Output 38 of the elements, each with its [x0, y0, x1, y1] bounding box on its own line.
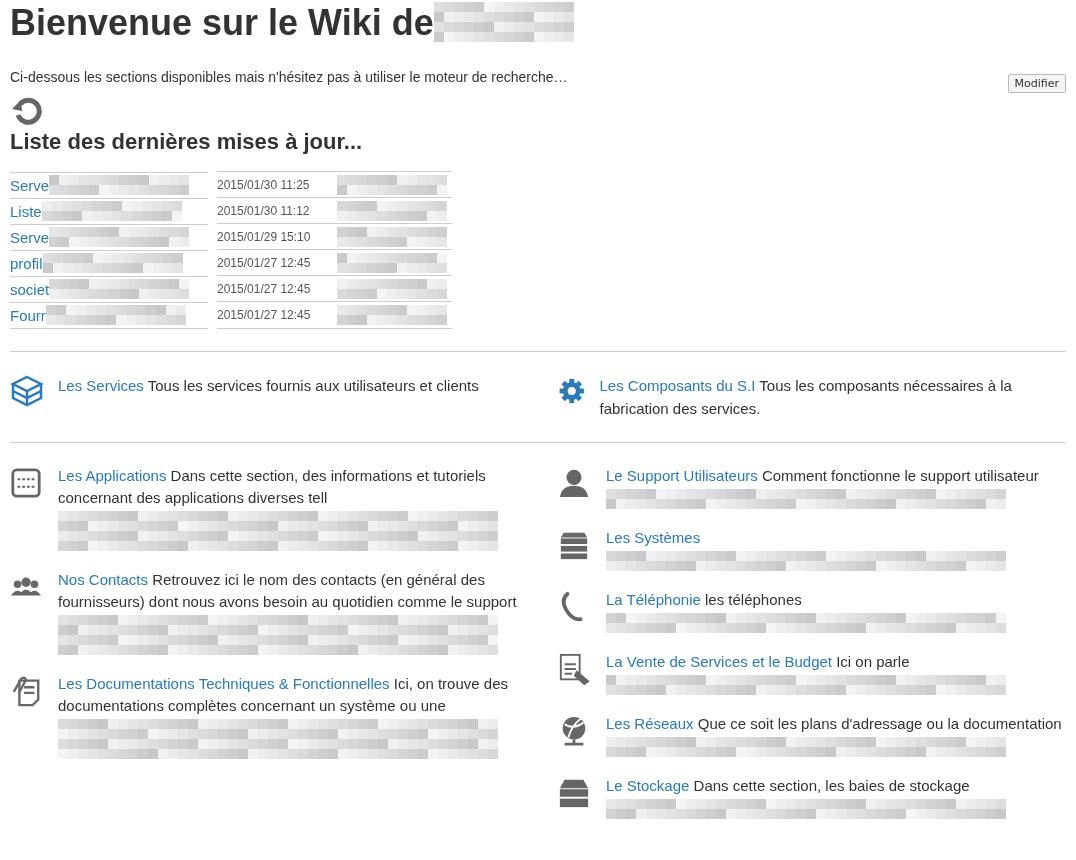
section-description: Les Documentations Techniques & Fonctionnelles Ici, on trouve des documentations complètes concernant un système ou une [58, 674, 509, 716]
section-description: Les Composants du S.I Tous les composants nécessaires à la fabrication des services. [599, 376, 1013, 419]
section-description: La Vente de Services et le Budget Ici on parle [606, 652, 911, 672]
section-link[interactable]: Les Applications [58, 467, 167, 484]
section-heading: Liste des dernières mises à jour... [10, 129, 364, 155]
section-link[interactable]: Nos Contacts [58, 571, 149, 588]
document-icon [10, 675, 42, 707]
page-link[interactable]: Liste [10, 202, 42, 220]
section-description: Le Support Utilisateurs Comment fonctionne le support utilisateur [606, 466, 1040, 486]
page-link[interactable]: Fourr [10, 306, 46, 324]
section-link[interactable]: Les Systèmes [606, 529, 701, 546]
section-description: Les Services Tous les services fournis aux utilisateurs et clients [58, 376, 479, 396]
page-link[interactable]: Serve [10, 176, 50, 194]
section-description: Les Réseaux Que ce soit les plans d'adressage ou la documentation [606, 714, 1063, 734]
section-description: Les Applications Dans cette section, des informations et tutoriels concernant des applications diverses tell [58, 466, 487, 508]
section-link[interactable]: Les Réseaux [606, 715, 694, 732]
cube-icon [10, 374, 44, 408]
section-description: Le Stockage Dans cette section, les baies de stockage [606, 776, 971, 796]
intro-text: Ci-dessous les sections disponibles mais n'hésitez pas à utiliser le moteur de recherche… [10, 69, 568, 85]
edit-button[interactable]: Modifier [1007, 74, 1066, 93]
section-link[interactable]: La Vente de Services et le Budget [606, 653, 832, 670]
person-icon [558, 467, 590, 499]
page-link[interactable]: Serve [10, 228, 50, 246]
panel-icon [10, 467, 42, 499]
section-link[interactable]: Les Composants du S.I [599, 377, 756, 394]
page-link[interactable]: profil [10, 254, 43, 272]
section-link[interactable]: Les Services [58, 377, 144, 394]
section-link[interactable]: Les Documentations Techniques & Fonctionnelles [58, 675, 390, 692]
page-link[interactable]: societ [10, 280, 50, 298]
refresh-icon [10, 95, 44, 125]
page-title: Bienvenue sur le Wiki de [10, 2, 434, 44]
date-cell: 2015/01/27 12:45 [217, 301, 337, 329]
drawer-icon [558, 777, 590, 809]
section-link[interactable]: La Téléphonie [606, 591, 701, 608]
section-link[interactable]: Le Stockage [606, 777, 690, 794]
section-description: Nos Contacts Retrouvez ici le nom des contacts (en général des fournisseurs) dont nous avons besoin au quotidien comme le support [58, 570, 518, 612]
section-link[interactable]: Le Support Utilisateurs [606, 467, 758, 484]
section-description: La Téléphonie les téléphones [606, 590, 803, 610]
